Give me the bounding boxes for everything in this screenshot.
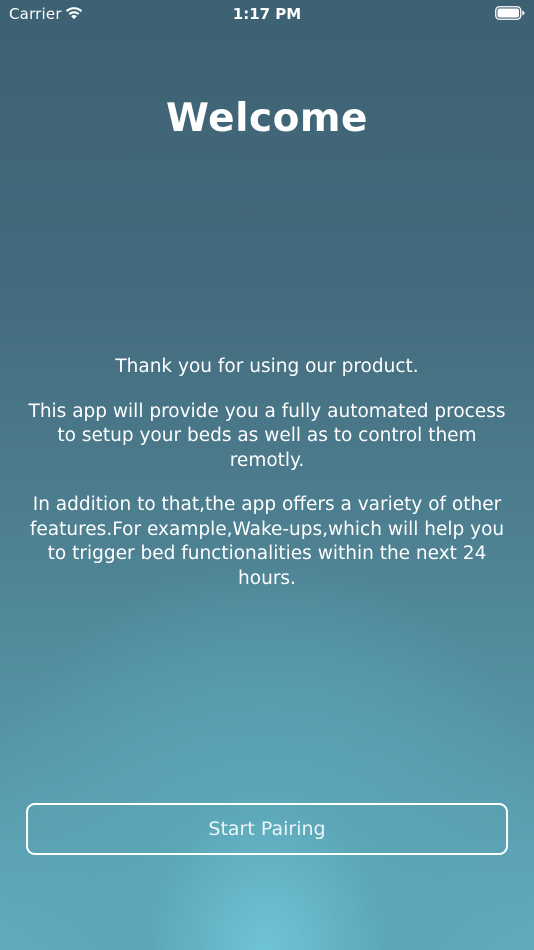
battery-icon bbox=[495, 6, 525, 20]
app-purpose-paragraph: This app will provide you a fully automa… bbox=[28, 400, 506, 471]
welcome-description: Thank you for using our product. This ap… bbox=[18, 355, 516, 611]
status-bar: Carrier 1:17 PM bbox=[0, 0, 534, 28]
thank-you-paragraph: Thank you for using our product. bbox=[115, 356, 419, 377]
welcome-screen: Carrier 1:17 PM Welcome Thank you for us… bbox=[0, 0, 534, 950]
status-time: 1:17 PM bbox=[232, 5, 302, 23]
start-pairing-button[interactable]: Start Pairing bbox=[26, 803, 508, 855]
page-title: Welcome bbox=[166, 96, 368, 141]
features-paragraph: In addition to that,the app offers a var… bbox=[29, 494, 505, 589]
start-pairing-label: Start Pairing bbox=[208, 818, 326, 840]
